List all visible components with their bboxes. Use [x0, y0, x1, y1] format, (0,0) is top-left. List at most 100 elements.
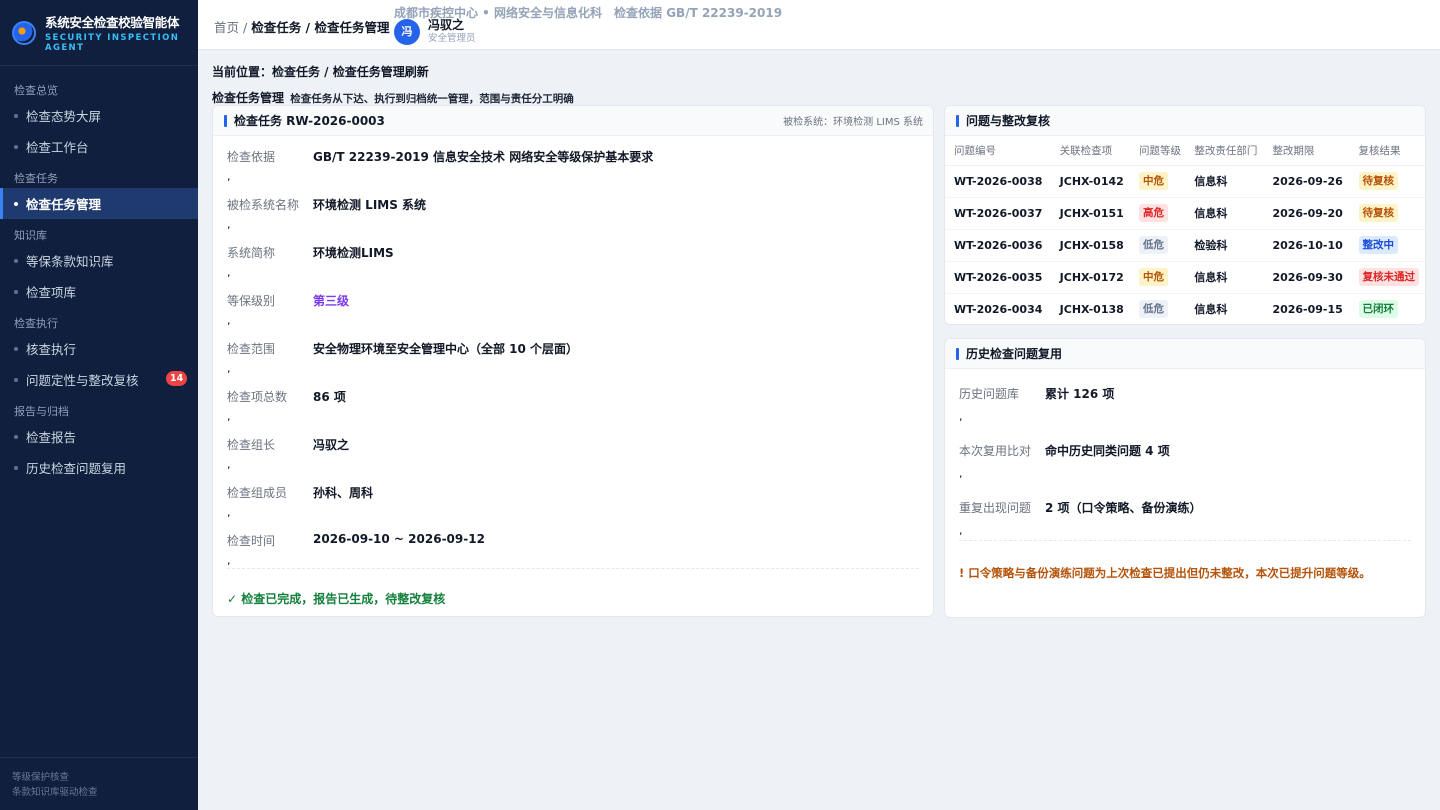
bullet-icon — [14, 258, 18, 263]
field-row: 等保级别 第三级, — [227, 280, 919, 328]
breadcrumb-separator: / — [243, 20, 248, 35]
field-value: 第三级 — [313, 294, 350, 308]
field-label: 检查组长 — [227, 438, 276, 452]
separator-mark: , — [227, 362, 231, 375]
history-row: 本次复用比对 命中历史同类问题 4 项, — [945, 426, 1425, 483]
issue-id-cell: WT-2026-0036 — [945, 229, 1051, 262]
check-item-id: JCHX-0142 — [1059, 174, 1124, 188]
system-note: 被检系统：环境检测 LIMS 系统 — [783, 117, 923, 128]
field-label: 等保级别 — [227, 294, 276, 308]
level-cell: 低危 — [1130, 293, 1186, 324]
issue-id[interactable]: WT-2026-0036 — [954, 239, 1042, 252]
field-row: 检查时间 2026-09-10 ~ 2026-09-12, — [227, 520, 919, 568]
nav-section-tasks: 检查任务 — [14, 172, 58, 185]
issues-table: 问题编号 关联检查项 问题等级 整改责任部门 整改期限 复核结果 WT-2026-0038… — [945, 136, 1425, 324]
issue-id[interactable]: WT-2026-0038 — [954, 175, 1042, 188]
field-row: 检查依据 GB/T 22239-2019 信息安全技术 网络安全等级保护基本要求, — [227, 136, 919, 184]
footer-line: 等级保护核查 — [12, 772, 70, 783]
sidebar-item-label: 检查工作台 — [26, 140, 89, 155]
org-name: 成都市疾控中心 • 网络安全与信息化科 — [394, 6, 603, 20]
field-row: 检查组长 冯驭之, — [227, 424, 919, 472]
breadcrumb-home[interactable]: 首页 — [214, 20, 239, 35]
table-row[interactable]: WT-2026-0035 JCHX-0172 中危 信息科 2026-09-30 复核未通… — [945, 261, 1425, 294]
history-row: 重复出现问题 2 项（口令策略、备份演练）, — [945, 483, 1425, 540]
result-cell: 整改中 — [1349, 229, 1425, 262]
issue-id[interactable]: WT-2026-0037 — [954, 207, 1042, 220]
brand-subtitle-line1: SECURITY INSPECTION — [45, 33, 180, 43]
issue-id-cell: WT-2026-0035 — [945, 261, 1051, 294]
card-title: 问题与整改复核 — [966, 114, 1051, 128]
brand-subtitle-line2: AGENT — [45, 43, 85, 53]
separator-mark: , — [959, 524, 963, 537]
sidebar-item-situation-screen[interactable]: 检查态势大屏 — [0, 100, 198, 131]
column-header: 整改期限 — [1263, 136, 1350, 166]
check-item-id: JCHX-0138 — [1059, 302, 1124, 316]
sidebar-item-label: 检查态势大屏 — [26, 109, 102, 124]
separator-mark: , — [227, 314, 231, 327]
field-label: 检查项总数 — [227, 390, 288, 404]
history-fields: 历史问题库 累计 126 项, 本次复用比对 命中历史同类问题 4 项, 重复出现问题 2… — [945, 369, 1425, 540]
card-title: 历史检查问题复用 — [966, 347, 1063, 361]
sidebar-item-label: 历史检查问题复用 — [26, 461, 127, 476]
sidebar-item-check-item-library[interactable]: 检查项库 — [0, 276, 198, 307]
user-menu[interactable]: 冯 冯驭之 安全管理员 — [394, 19, 476, 45]
deadline: 2026-09-15 — [1272, 302, 1343, 316]
dept-cell: 信息科 — [1185, 197, 1264, 230]
current-location: 当前位置：检查任务 / 检查任务管理刷新 — [212, 65, 429, 79]
dept-cell: 检验科 — [1185, 229, 1264, 262]
sidebar-item-label: 检查任务管理 — [26, 197, 102, 212]
field-label: 检查范围 — [227, 342, 276, 356]
issue-id[interactable]: WT-2026-0034 — [954, 303, 1042, 316]
table-row[interactable]: WT-2026-0038 JCHX-0142 中危 信息科 2026-09-26 待复核 — [945, 165, 1425, 198]
status-badge: 整改中 — [1358, 236, 1399, 254]
separator-mark: , — [227, 170, 231, 183]
sidebar-item-clause-library[interactable]: 等保条款知识库 — [0, 245, 198, 276]
task-fields: 检查依据 GB/T 22239-2019 信息安全技术 网络安全等级保护基本要求,… — [213, 136, 933, 568]
result-cell: 待复核 — [1349, 197, 1425, 230]
field-row: 系统简称 环境检测LIMS, — [227, 232, 919, 280]
field-value: 累计 126 项 — [1045, 387, 1115, 401]
column-header: 整改责任部门 — [1185, 136, 1264, 166]
card-header: 历史检查问题复用 — [945, 339, 1425, 369]
page-title-row: 检查任务管理 检查任务从下达、执行到归档统一管理，范围与责任分工明确 — [212, 89, 574, 106]
field-value: 86 项 — [313, 390, 346, 404]
sidebar-item-workbench[interactable]: 检查工作台 — [0, 131, 198, 162]
table-row[interactable]: WT-2026-0034 JCHX-0138 低危 信息科 2026-09-15 已闭环 — [945, 293, 1425, 324]
issues-card: 问题与整改复核 问题编号 关联检查项 问题等级 整改责任部门 整改期限 复核结果 WT-2… — [944, 105, 1426, 325]
severity-badge: 中危 — [1139, 172, 1168, 190]
check-item-id: JCHX-0172 — [1059, 270, 1124, 284]
field-row: 检查项总数 86 项, — [227, 376, 919, 424]
deadline: 2026-09-30 — [1272, 270, 1343, 284]
deadline-cell: 2026-09-30 — [1263, 261, 1350, 294]
divider — [959, 540, 1411, 541]
issue-id[interactable]: WT-2026-0035 — [954, 271, 1042, 284]
sidebar-item-reports[interactable]: 检查报告 — [0, 421, 198, 452]
table-row[interactable]: WT-2026-0036 JCHX-0158 低危 检验科 2026-10-10 整改中 — [945, 229, 1425, 262]
shield-logo-icon — [12, 20, 36, 45]
field-value: 安全物理环境至安全管理中心（全部 10 个层面） — [313, 342, 579, 356]
dept-cell: 信息科 — [1185, 261, 1264, 294]
bullet-icon — [14, 465, 18, 470]
deadline: 2026-09-20 — [1272, 206, 1343, 220]
avatar[interactable]: 冯 — [394, 19, 420, 45]
sidebar-item-label: 检查报告 — [26, 430, 77, 445]
sidebar-item-issue-review[interactable]: 问题定性与整改复核 14 — [0, 364, 198, 395]
dept-cell: 信息科 — [1185, 165, 1264, 198]
field-label: 被检系统名称 — [227, 198, 300, 212]
result-cell: 已闭环 — [1349, 293, 1425, 324]
result-cell: 待复核 — [1349, 165, 1425, 198]
bullet-icon — [14, 434, 18, 439]
field-value: 环境检测LIMS — [313, 246, 394, 260]
table-row[interactable]: WT-2026-0037 JCHX-0151 高危 信息科 2026-09-20 待复核 — [945, 197, 1425, 230]
sidebar-item-history-reuse[interactable]: 历史检查问题复用 — [0, 452, 198, 483]
bullet-icon — [14, 346, 18, 351]
field-row: 检查组成员 孙科、周科, — [227, 472, 919, 520]
card-header: 问题与整改复核 — [945, 106, 1425, 136]
level-cell: 中危 — [1130, 261, 1186, 294]
column-header: 问题等级 — [1130, 136, 1186, 166]
sidebar-item-verification[interactable]: 核查执行 — [0, 333, 198, 364]
sidebar-item-task-management[interactable]: 检查任务管理 — [0, 188, 198, 219]
deadline-cell: 2026-09-20 — [1263, 197, 1350, 230]
bullet-icon — [14, 201, 18, 206]
deadline: 2026-10-10 — [1272, 238, 1343, 252]
